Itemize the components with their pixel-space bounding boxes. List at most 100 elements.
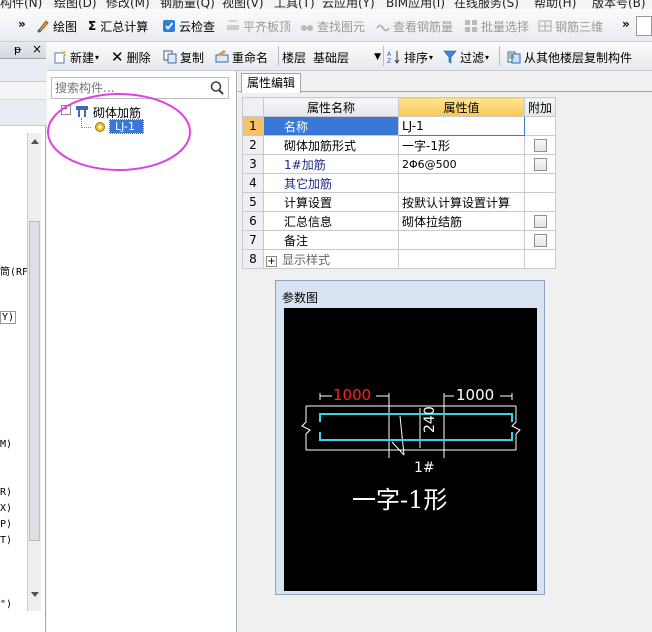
property-value[interactable]: 砌体拉结筋 — [398, 211, 525, 231]
property-row[interactable]: 8 + 显示样式 — [242, 249, 557, 269]
annotation-circle — [47, 93, 191, 171]
property-extra-cell[interactable] — [523, 154, 557, 174]
find-element-label: 查找图元 — [317, 19, 366, 34]
sort-button[interactable]: AZ 排序 ▾ — [387, 48, 433, 66]
nav-item-fragment[interactable]: Y) — [0, 311, 17, 324]
floor-select[interactable]: 基础层 ▼ — [313, 48, 381, 66]
menu-item-component[interactable]: 构件(N) — [0, 0, 42, 9]
nav-item-fragment[interactable]: T) — [0, 535, 12, 546]
menu-item-view[interactable]: 视图(V) — [222, 0, 264, 9]
property-row[interactable]: 4 其它加筋 — [242, 173, 557, 193]
extra-checkbox[interactable] — [533, 157, 547, 171]
menu-item-tools[interactable]: 工具(T) — [274, 0, 315, 9]
find-element-button[interactable]: 查找图元 — [300, 17, 365, 35]
property-value[interactable] — [398, 173, 525, 193]
property-extra-header: 附加 — [523, 97, 557, 117]
toolbar-divider — [278, 46, 279, 66]
property-name-group[interactable]: + 显示样式 — [263, 249, 399, 269]
extra-checkbox[interactable] — [533, 233, 547, 247]
property-name[interactable]: 砌体加筋形式 — [263, 135, 399, 155]
view-rebar-icon — [376, 24, 390, 32]
draw-button[interactable]: 绘图 — [36, 17, 77, 35]
property-row[interactable]: 1 名称 LJ-1 — [242, 116, 557, 136]
pin-icon[interactable]: ᵽ — [14, 43, 21, 56]
property-row[interactable]: 2 砌体加筋形式 一字-1形 — [242, 135, 557, 155]
property-row[interactable]: 5 计算设置 按默认计算设置计算 — [242, 192, 557, 212]
property-name[interactable]: 计算设置 — [263, 192, 399, 212]
menu-item-modify[interactable]: 修改(M) — [106, 0, 150, 9]
property-name[interactable]: 备注 — [263, 230, 399, 250]
property-row[interactable]: 3 1#加筋 2Φ6@500 — [242, 154, 557, 174]
menu-item-online[interactable]: 在线服务(S) — [454, 0, 519, 9]
extra-checkbox[interactable] — [533, 214, 547, 228]
menu-item-rebar-qty[interactable]: 钢筋量(Q) — [160, 0, 215, 9]
new-icon — [54, 50, 67, 64]
dim-vertical-label: 240 — [422, 406, 438, 433]
property-header-row: 属性名称 属性值 附加 — [242, 97, 557, 117]
property-value-input[interactable]: LJ-1 — [398, 116, 525, 136]
nav-item-fragment[interactable]: ") — [0, 599, 12, 610]
property-extra-cell[interactable] — [523, 135, 557, 155]
property-name[interactable]: 汇总信息 — [263, 211, 399, 231]
rebar-number-label: 1# — [414, 460, 435, 476]
main-toolbar: » 绘图 Σ 汇总计算 云检查 平齐板顶 查找图元 查看钢筋量 批量选择 钢筋三… — [0, 9, 652, 42]
left-panel-header: ᵽ × — [0, 42, 46, 59]
nav-item-fragment[interactable]: R) — [0, 487, 12, 498]
rebar-diagram: 1000 1000 240 1# 一字-1形 — [301, 386, 521, 514]
nav-item-fragment[interactable]: M) — [0, 439, 12, 450]
flatten-slab-button[interactable]: 平齐板顶 — [226, 17, 291, 35]
nav-item-fragment[interactable]: 筒(RF — [0, 263, 28, 278]
property-value[interactable]: 一字-1形 — [398, 135, 525, 155]
property-name[interactable]: 其它加筋 — [263, 173, 399, 193]
summary-calc-button[interactable]: Σ 汇总计算 — [88, 17, 148, 35]
menu-item-help[interactable]: 帮助(H) — [534, 0, 576, 9]
property-extra-cell[interactable] — [523, 230, 557, 250]
nav-item-fragment[interactable]: X) — [0, 503, 12, 514]
row-number: 5 — [242, 192, 264, 212]
menu-item-bim[interactable]: BIM应用(I) — [386, 0, 445, 9]
property-extra-cell — [523, 116, 557, 136]
copy-button[interactable]: 复制 — [163, 48, 204, 66]
property-row[interactable]: 7 备注 — [242, 230, 557, 250]
menu-item-version[interactable]: 版本号(B) — [592, 0, 646, 9]
property-name: 显示样式 — [282, 252, 331, 267]
batch-select-button[interactable]: 批量选择 — [464, 17, 529, 35]
draw-label: 绘图 — [53, 19, 78, 34]
extra-checkbox[interactable] — [533, 138, 547, 152]
close-icon[interactable]: × — [32, 42, 42, 56]
cloud-check-button[interactable]: 云检查 — [162, 17, 215, 35]
property-value[interactable]: 2Φ6@500 — [398, 154, 525, 174]
batch-select-label: 批量选择 — [481, 19, 530, 34]
left-scroll-thumb[interactable] — [29, 221, 40, 541]
rebar-3d-button[interactable]: 钢筋三维 — [538, 17, 603, 35]
toolbar-overflow-right[interactable]: » — [622, 15, 630, 33]
toolbar-overflow-left[interactable]: » — [18, 15, 26, 33]
property-value[interactable]: 按默认计算设置计算 — [398, 192, 525, 212]
left-panel-scrollbar[interactable] — [27, 133, 41, 611]
property-extra-cell[interactable] — [523, 211, 557, 231]
property-value[interactable] — [398, 230, 525, 250]
scroll-down-icon[interactable] — [30, 591, 40, 599]
chevron-down-icon: ▼ — [374, 52, 381, 62]
menu-item-draw[interactable]: 绘图(D) — [54, 0, 97, 9]
view-rebar-qty-button[interactable]: 查看钢筋量 — [376, 17, 453, 35]
property-name[interactable]: 1#加筋 — [263, 154, 399, 174]
delete-button[interactable]: ✕ 删除 — [111, 48, 151, 66]
scroll-up-icon[interactable] — [30, 137, 40, 145]
copy-from-floor-button[interactable]: 从其他楼层复制构件 — [507, 48, 632, 66]
nav-item-fragment[interactable]: P) — [0, 519, 12, 530]
shape-name-label: 一字-1形 — [352, 486, 447, 514]
filter-button[interactable]: 过滤 ▾ — [443, 48, 489, 66]
sort-icon: AZ — [387, 51, 400, 64]
floor-select-value: 基础层 — [313, 50, 350, 65]
property-name[interactable]: 名称 — [263, 116, 399, 136]
new-button[interactable]: 新建 ▾ — [53, 48, 99, 66]
search-icon[interactable] — [208, 80, 226, 96]
property-extra-cell — [523, 249, 557, 269]
menu-item-cloud[interactable]: 云应用(Y) — [322, 0, 375, 9]
toolbar-combo-partial[interactable] — [636, 16, 652, 36]
rename-button[interactable]: 重命名 — [215, 48, 268, 66]
tab-property-edit[interactable]: 属性编辑 — [241, 73, 301, 93]
expand-plus-icon[interactable]: + — [266, 255, 277, 267]
property-row[interactable]: 6 汇总信息 砌体拉结筋 — [242, 211, 557, 231]
